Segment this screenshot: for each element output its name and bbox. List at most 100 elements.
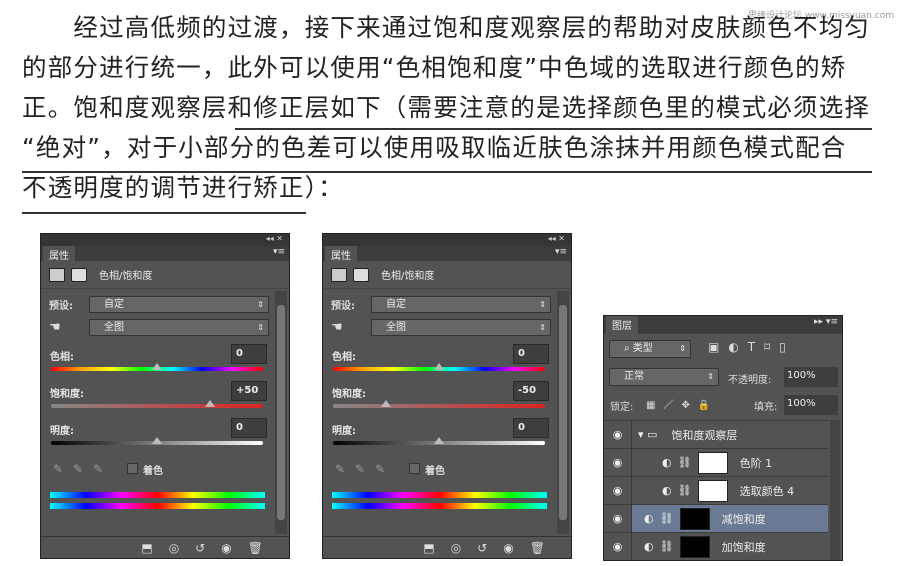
link-icon: ⛓ — [659, 540, 674, 553]
blend-mode-select[interactable]: 正常 — [609, 368, 719, 386]
hue-label: 色相: — [50, 352, 74, 363]
hand-target-icon[interactable]: ☚ — [331, 320, 371, 335]
eyedropper-icons[interactable]: ✎✎✎ — [335, 462, 395, 476]
slider-thumb[interactable] — [205, 400, 215, 407]
underline — [235, 128, 872, 130]
lightness-slider[interactable] — [51, 437, 263, 445]
opacity-label: 不透明度: — [728, 375, 772, 386]
panel-title: 色相/饱和度 — [381, 271, 435, 282]
hand-target-icon[interactable]: ☚ — [49, 320, 89, 335]
color-range-bar — [332, 492, 547, 498]
visibility-eye-icon[interactable]: ◉ — [503, 541, 513, 555]
layer-row[interactable]: ◉ ◐ ⛓ 色阶 1 — [604, 448, 828, 476]
slider-thumb[interactable] — [434, 437, 444, 444]
preset-select[interactable]: 自定 — [371, 296, 551, 313]
properties-panel: ◂◂ ✕ 属性 ▾≡ 色相/饱和度 预设: 自定 ☚全图 色相: 0 饱和度: -5… — [322, 233, 572, 559]
paragraph-line: 的部分进行统一，此外可以使用“色相饱和度”中色域的选取进行颜色的矫 — [22, 53, 847, 82]
colorize-label: 着色 — [425, 466, 445, 477]
adjustment-icon[interactable] — [331, 267, 347, 282]
scrollbar[interactable] — [275, 291, 287, 534]
lightness-slider[interactable] — [333, 437, 545, 445]
colorize-checkbox[interactable] — [409, 463, 420, 474]
paragraph-line: 正。饱和度观察层和修正层如下（需要注意的是选择颜色里的模式必须选择 — [22, 93, 871, 122]
preset-label: 预设: — [49, 301, 73, 312]
mask-icon[interactable] — [353, 267, 369, 282]
hue-slider[interactable] — [51, 363, 263, 371]
eyedropper-icons[interactable]: ✎✎✎ — [53, 462, 113, 476]
clip-to-layer-icon[interactable]: ⬒ — [423, 541, 434, 555]
filter-icons[interactable]: ▣◐T⌑▯ — [708, 340, 795, 354]
reset-icon[interactable]: ↺ — [477, 541, 487, 555]
slider-thumb[interactable] — [381, 400, 391, 407]
properties-panel: ◂◂ ✕ 属性 ▾≡ 色相/饱和度 预设: 自定 ☚全图 色相: 0 饱和度: +5… — [40, 233, 290, 559]
link-icon: ⛓ — [659, 512, 674, 525]
panel-title: 色相/饱和度 — [99, 271, 153, 282]
lightness-label: 明度: — [332, 426, 356, 437]
scrollbar[interactable] — [557, 291, 569, 534]
mask-icon[interactable] — [71, 267, 87, 282]
layer-row-selected[interactable]: ◉ ◐ ⛓ 减饱和度 — [604, 504, 828, 532]
saturation-slider[interactable] — [51, 400, 263, 408]
eye-icon[interactable]: ◉ — [604, 505, 632, 532]
saturation-slider[interactable] — [333, 400, 545, 408]
view-previous-icon[interactable]: ◎ — [451, 541, 461, 555]
hue-label: 色相: — [332, 352, 356, 363]
adjustment-icon: ◐ — [662, 456, 672, 469]
eye-icon[interactable]: ◉ — [604, 421, 632, 448]
fill-label: 填充: — [754, 402, 778, 413]
trash-icon[interactable]: 🗑 — [530, 541, 545, 555]
tab-properties[interactable]: 属性 — [325, 246, 357, 262]
visibility-eye-icon[interactable]: ◉ — [221, 541, 231, 555]
lightness-label: 明度: — [50, 426, 74, 437]
tab-layers[interactable]: 图层 — [606, 316, 638, 334]
layer-mask-thumbnail — [697, 479, 728, 502]
tab-properties[interactable]: 属性 — [43, 246, 75, 262]
eye-icon[interactable]: ◉ — [604, 449, 632, 476]
paragraph-line: 经过高低频的过渡，接下来通过饱和度观察层的帮助对皮肤颜色不均匀 — [22, 13, 871, 42]
panel-menu-icon[interactable]: ▾≡ — [273, 247, 285, 257]
range-select[interactable]: 全图 — [371, 319, 551, 336]
lightness-input[interactable]: 0 — [231, 418, 267, 438]
layer-mask-thumbnail — [697, 451, 728, 474]
layer-row[interactable]: ◉ ◐ ⛓ 选取颜色 4 — [604, 476, 828, 504]
preset-label: 预设: — [331, 301, 355, 312]
collapse-close-icons[interactable]: ◂◂ ✕ — [41, 234, 289, 246]
eye-icon[interactable]: ◉ — [604, 533, 632, 560]
scrollbar[interactable] — [830, 420, 840, 560]
lock-icons[interactable]: ▦／✥🔒 — [646, 396, 718, 411]
panel-menu-icon[interactable]: ▾≡ — [555, 247, 567, 257]
hue-input[interactable]: 0 — [513, 344, 549, 364]
opacity-input[interactable]: 100% — [784, 367, 838, 387]
lock-label: 锁定: — [610, 402, 634, 413]
collapse-close-icons[interactable]: ◂◂ ✕ — [323, 234, 571, 246]
slider-thumb[interactable] — [152, 437, 162, 444]
color-range-bar — [50, 492, 265, 498]
preset-select[interactable]: 自定 — [89, 296, 269, 313]
hue-input[interactable]: 0 — [231, 344, 267, 364]
hue-slider[interactable] — [333, 363, 545, 371]
panel-menu-icon[interactable]: ▸▸ ▾≡ — [814, 317, 838, 327]
colorize-label: 着色 — [143, 466, 163, 477]
layer-group[interactable]: ◉ ▾ ▭ 饱和度观察层 — [604, 420, 828, 448]
link-icon: ⛓ — [677, 484, 692, 497]
saturation-input[interactable]: +50 — [231, 381, 267, 401]
lightness-input[interactable]: 0 — [513, 418, 549, 438]
layer-row[interactable]: ◉ ◐ ⛓ 加饱和度 — [604, 532, 828, 560]
reset-icon[interactable]: ↺ — [195, 541, 205, 555]
adjustment-icon[interactable] — [49, 267, 65, 282]
colorize-checkbox[interactable] — [127, 463, 138, 474]
eye-icon[interactable]: ◉ — [604, 477, 632, 504]
view-previous-icon[interactable]: ◎ — [169, 541, 179, 555]
underline — [22, 171, 872, 173]
underline — [22, 212, 306, 214]
trash-icon[interactable]: 🗑 — [248, 541, 263, 555]
link-icon: ⛓ — [677, 456, 692, 469]
saturation-input[interactable]: -50 — [513, 381, 549, 401]
range-select[interactable]: 全图 — [89, 319, 269, 336]
layer-mask-thumbnail — [679, 507, 710, 530]
fill-input[interactable]: 100% — [784, 395, 838, 415]
clip-to-layer-icon[interactable]: ⬒ — [141, 541, 152, 555]
filter-kind-select[interactable]: ⌕ 类型 — [609, 340, 691, 358]
slider-thumb[interactable] — [434, 363, 444, 370]
slider-thumb[interactable] — [152, 363, 162, 370]
